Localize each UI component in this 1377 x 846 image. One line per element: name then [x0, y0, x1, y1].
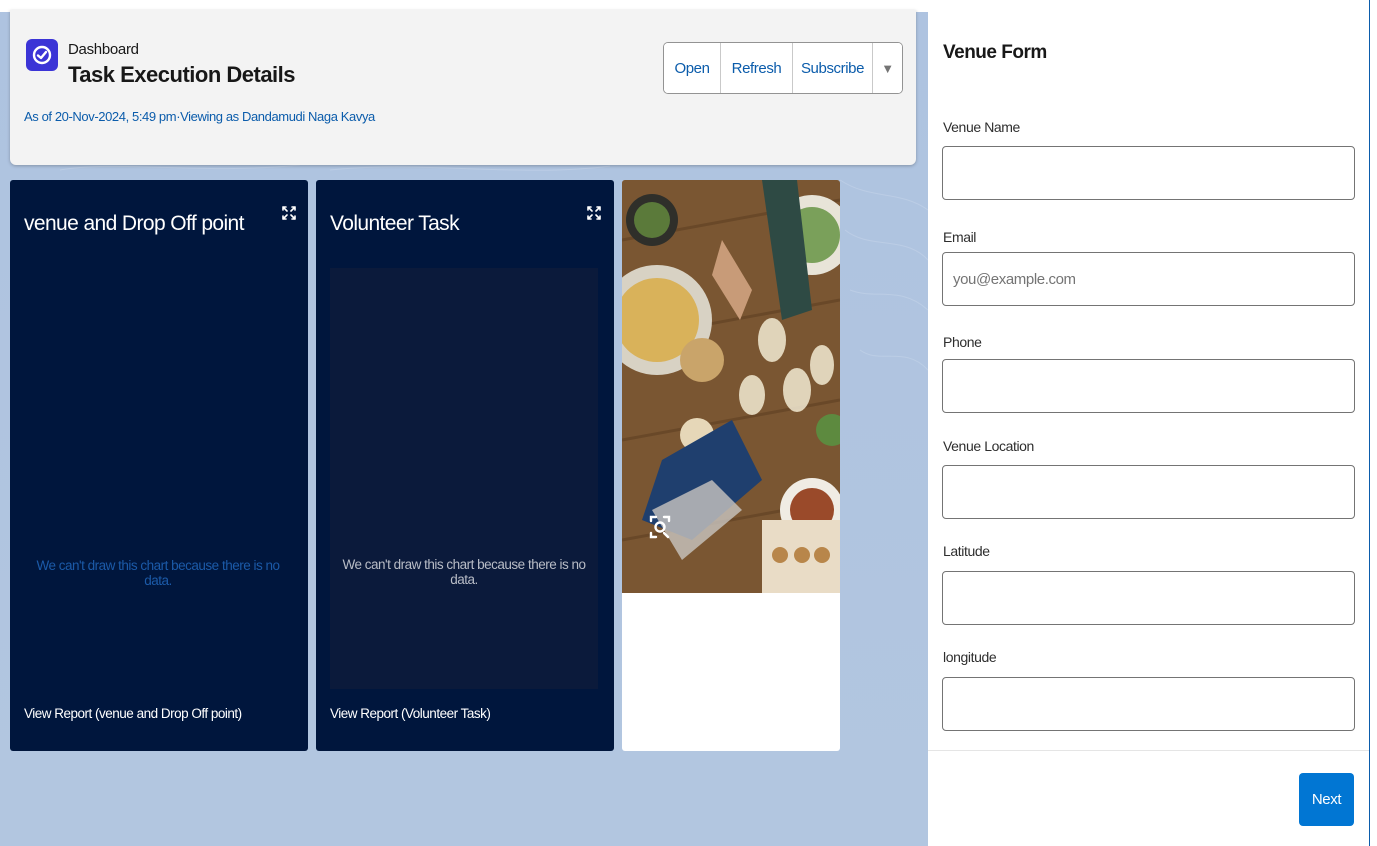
chart-area: We can't draw this chart because there i…: [24, 268, 292, 689]
open-button[interactable]: Open: [664, 43, 721, 93]
page-title: Task Execution Details: [68, 62, 296, 87]
email-label: Email: [943, 229, 977, 245]
venue-location-label: Venue Location: [943, 438, 1034, 454]
latitude-input[interactable]: [942, 571, 1355, 625]
venue-location-input[interactable]: [942, 465, 1355, 519]
widget-title: Volunteer Task: [330, 212, 460, 235]
longitude-input[interactable]: [942, 677, 1355, 731]
longitude-label: longitude: [943, 649, 997, 665]
view-report-link[interactable]: View Report (venue and Drop Off point): [24, 706, 242, 721]
dashboard-app-icon: [26, 39, 58, 71]
phone-input[interactable]: [942, 359, 1355, 413]
venue-name-label: Venue Name: [943, 119, 1020, 135]
chart-area: We can't draw this chart because there i…: [330, 268, 598, 689]
widget-venue-drop-off: venue and Drop Off point We can't draw t…: [10, 180, 308, 751]
view-report-link[interactable]: View Report (Volunteer Task): [330, 706, 491, 721]
dashboard-header: Dashboard Task Execution Details As of 2…: [10, 10, 916, 165]
next-button[interactable]: Next: [1299, 773, 1354, 826]
form-footer-divider: [928, 750, 1369, 751]
no-data-message: We can't draw this chart because there i…: [36, 558, 280, 588]
food-table-photo: [622, 180, 840, 593]
widget-title: venue and Drop Off point: [24, 212, 244, 235]
subscribe-button[interactable]: Subscribe: [793, 43, 873, 93]
panel-scroll-edge: [1369, 0, 1377, 846]
chevron-down-icon: ▼: [881, 60, 894, 76]
email-input[interactable]: [942, 252, 1355, 306]
image-widget: [622, 180, 840, 751]
no-data-message: We can't draw this chart because there i…: [342, 557, 586, 587]
latitude-label: Latitude: [943, 543, 990, 559]
header-button-group: Open Refresh Subscribe ▼: [663, 42, 903, 94]
more-actions-button[interactable]: ▼: [873, 43, 902, 93]
expand-icon[interactable]: [282, 206, 296, 220]
widget-volunteer-task: Volunteer Task We can't draw this chart …: [316, 180, 614, 751]
page-kicker: Dashboard: [68, 41, 139, 58]
venue-form-panel: Venue Form Venue Name Email Phone Venue …: [928, 0, 1369, 846]
venue-name-input[interactable]: [942, 146, 1355, 200]
refresh-button[interactable]: Refresh: [721, 43, 793, 93]
phone-label: Phone: [943, 334, 982, 350]
form-title: Venue Form: [943, 42, 1047, 63]
as-of-viewing-text: As of 20-Nov-2024, 5:49 pm·Viewing as Da…: [24, 109, 375, 124]
visual-search-icon[interactable]: [648, 513, 672, 541]
expand-icon[interactable]: [587, 206, 601, 220]
